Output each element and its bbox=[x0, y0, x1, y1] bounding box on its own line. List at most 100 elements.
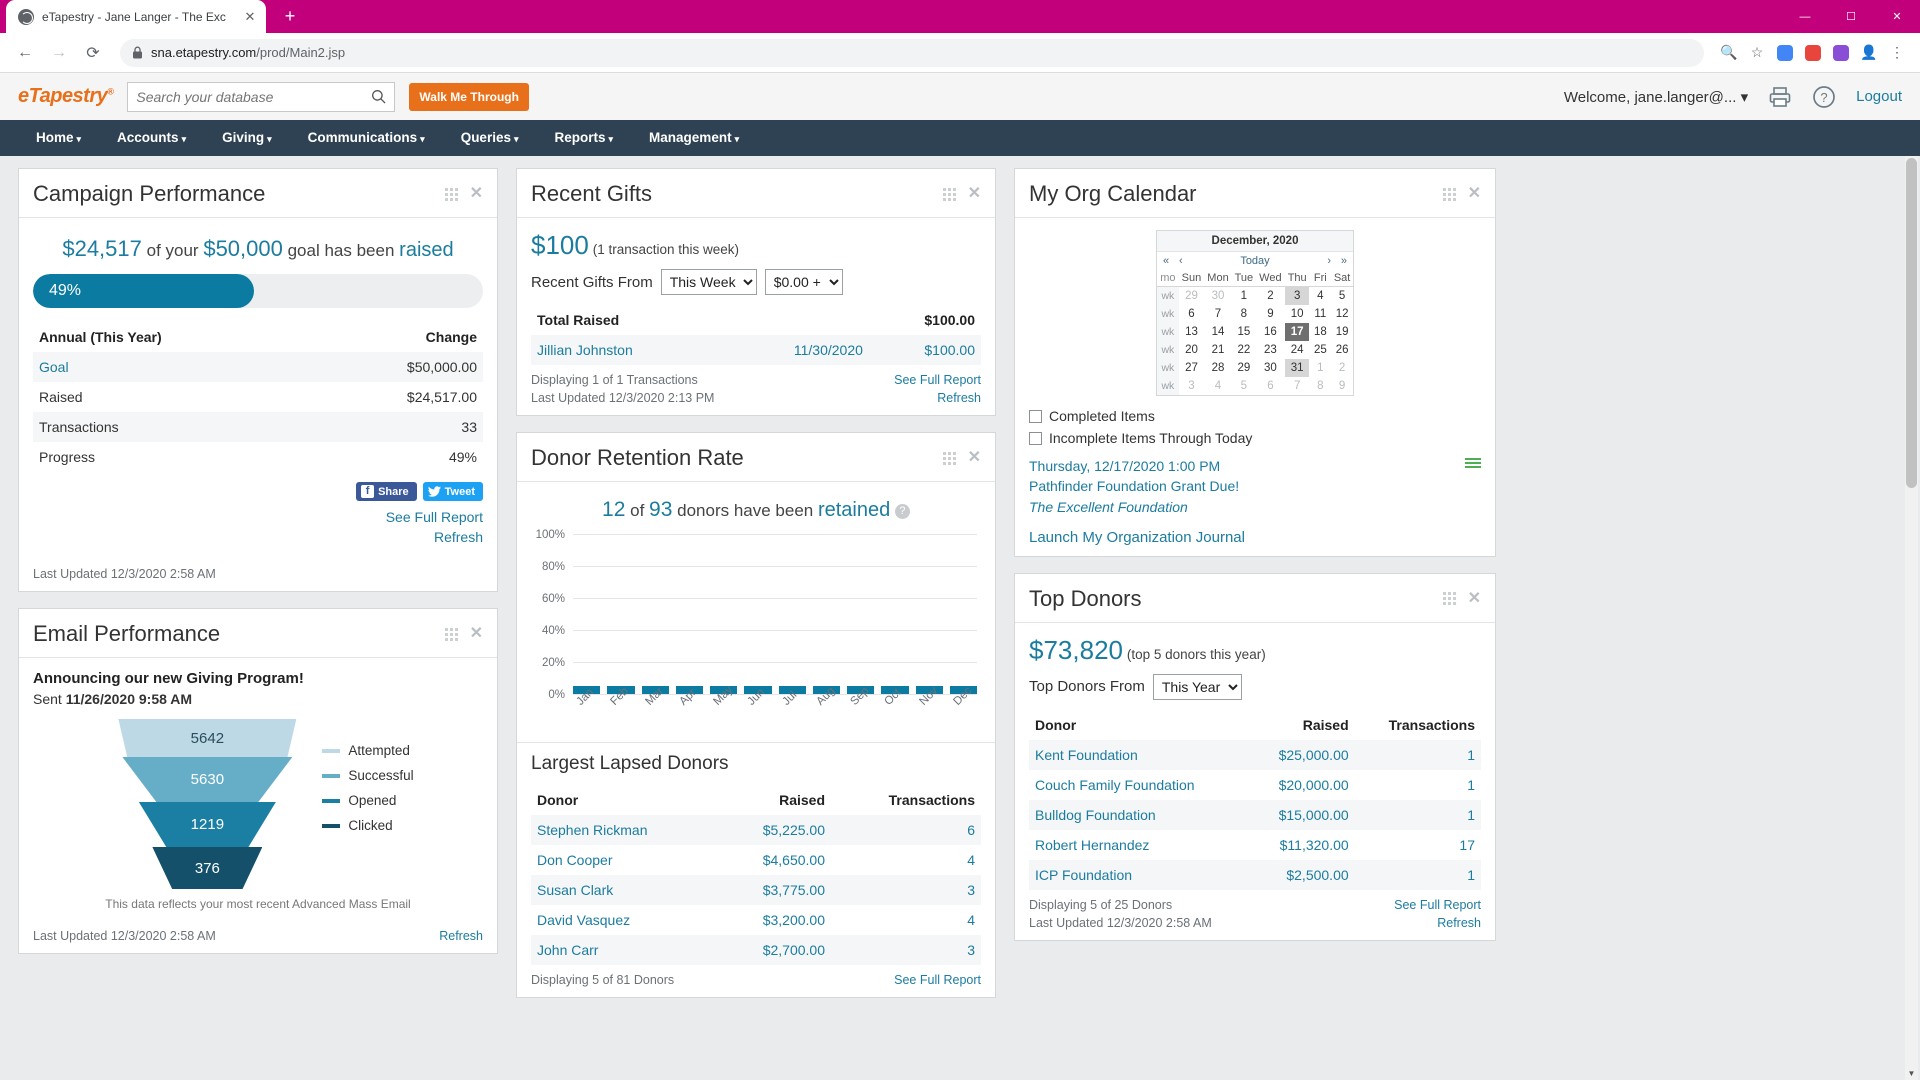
refresh-link[interactable]: Refresh bbox=[439, 929, 483, 943]
search-icon[interactable] bbox=[371, 89, 386, 104]
nav-item-home[interactable]: Home▾ bbox=[18, 120, 99, 156]
close-tab-icon[interactable]: ✕ bbox=[242, 9, 258, 25]
top-donors-period-select[interactable]: This Year bbox=[1153, 674, 1242, 700]
calendar-day[interactable]: 13 bbox=[1179, 323, 1204, 341]
nav-item-communications[interactable]: Communications▾ bbox=[290, 120, 443, 156]
calendar-day[interactable]: 23 bbox=[1256, 341, 1285, 359]
printer-icon[interactable] bbox=[1768, 86, 1792, 108]
calendar-day[interactable]: 30 bbox=[1256, 359, 1285, 377]
donor-name[interactable]: David Vasquez bbox=[531, 905, 718, 935]
see-full-report-link[interactable]: See Full Report bbox=[894, 973, 981, 987]
donor-transactions[interactable]: 3 bbox=[831, 875, 981, 905]
calendar-day[interactable]: 11 bbox=[1309, 305, 1331, 323]
calendar-today-link[interactable]: Today bbox=[1240, 255, 1269, 267]
browser-tab[interactable]: eTapestry - Jane Langer - The Exc ✕ bbox=[6, 0, 266, 33]
event-datetime[interactable]: Thursday, 12/17/2020 1:00 PM bbox=[1029, 456, 1481, 476]
week-link[interactable]: wk bbox=[1157, 341, 1179, 359]
zoom-icon[interactable]: 🔍 bbox=[1716, 40, 1742, 66]
bookmark-star-icon[interactable]: ☆ bbox=[1744, 40, 1770, 66]
see-full-report-link[interactable]: See Full Report bbox=[1394, 898, 1481, 912]
calendar-day[interactable]: 27 bbox=[1179, 359, 1204, 377]
donor-name[interactable]: Bulldog Foundation bbox=[1029, 800, 1249, 830]
calendar-prev-icon[interactable]: ‹ bbox=[1179, 255, 1183, 267]
donor-raised[interactable]: $25,000.00 bbox=[1249, 740, 1354, 770]
minimize-icon[interactable]: — bbox=[1782, 0, 1828, 33]
calendar-day[interactable]: 6 bbox=[1256, 377, 1285, 395]
donor-name[interactable]: Stephen Rickman bbox=[531, 815, 718, 845]
calendar-day[interactable]: 9 bbox=[1256, 305, 1285, 323]
calendar-day[interactable]: 10 bbox=[1285, 305, 1310, 323]
see-full-report-link[interactable]: See Full Report bbox=[33, 509, 483, 525]
donor-name[interactable]: John Carr bbox=[531, 935, 718, 965]
calendar-day[interactable]: 12 bbox=[1331, 305, 1353, 323]
page-scrollbar[interactable]: ▲ ▼ bbox=[1905, 156, 1918, 1080]
extension-icon-3[interactable] bbox=[1828, 40, 1854, 66]
see-full-report-link[interactable]: See Full Report bbox=[894, 373, 981, 387]
calendar-day[interactable]: 28 bbox=[1204, 359, 1232, 377]
launch-journal-link[interactable]: Launch My Organization Journal bbox=[1029, 529, 1481, 546]
calendar-day[interactable]: 16 bbox=[1256, 323, 1285, 341]
calendar-day[interactable]: 4 bbox=[1309, 287, 1331, 306]
week-link[interactable]: wk bbox=[1157, 323, 1179, 341]
calendar-next-icon[interactable]: › bbox=[1327, 255, 1331, 267]
donor-transactions[interactable]: 4 bbox=[831, 905, 981, 935]
calendar-day[interactable]: 14 bbox=[1204, 323, 1232, 341]
calendar-day[interactable]: 5 bbox=[1232, 377, 1256, 395]
calendar-day[interactable]: 1 bbox=[1309, 359, 1331, 377]
donor-transactions[interactable]: 17 bbox=[1355, 830, 1481, 860]
calendar-day[interactable]: 21 bbox=[1204, 341, 1232, 359]
calendar-day[interactable]: 1 bbox=[1232, 287, 1256, 306]
donor-transactions[interactable]: 1 bbox=[1355, 740, 1481, 770]
search-box[interactable] bbox=[127, 82, 395, 112]
extension-icon-1[interactable] bbox=[1772, 40, 1798, 66]
donor-name[interactable]: Couch Family Foundation bbox=[1029, 770, 1249, 800]
donor-raised[interactable]: $4,650.00 bbox=[718, 845, 831, 875]
donor-transactions[interactable]: 1 bbox=[1355, 860, 1481, 890]
donor-name[interactable]: Kent Foundation bbox=[1029, 740, 1249, 770]
calendar-day[interactable]: 26 bbox=[1331, 341, 1353, 359]
refresh-link[interactable]: Refresh bbox=[33, 529, 483, 545]
incomplete-items-row[interactable]: Incomplete Items Through Today bbox=[1029, 430, 1481, 446]
maximize-icon[interactable]: ☐ bbox=[1828, 0, 1874, 33]
back-icon[interactable]: ← bbox=[10, 38, 40, 68]
drag-handle-icon[interactable] bbox=[1443, 592, 1456, 605]
change-link[interactable]: Change bbox=[313, 322, 483, 352]
donor-raised[interactable]: $5,225.00 bbox=[718, 815, 831, 845]
calendar-day[interactable]: 2 bbox=[1256, 287, 1285, 306]
search-input[interactable] bbox=[136, 89, 371, 105]
week-link[interactable]: wk bbox=[1157, 359, 1179, 377]
calendar-day[interactable]: 2 bbox=[1331, 359, 1353, 377]
gift-donor-name[interactable]: Jillian Johnston bbox=[531, 335, 724, 365]
calendar-day[interactable]: 4 bbox=[1204, 377, 1232, 395]
donor-name[interactable]: Don Cooper bbox=[531, 845, 718, 875]
gift-date[interactable]: 11/30/2020 bbox=[724, 335, 869, 365]
donor-raised[interactable]: $20,000.00 bbox=[1249, 770, 1354, 800]
help-icon[interactable]: ? bbox=[1812, 85, 1836, 109]
scroll-down-arrow[interactable]: ▼ bbox=[1905, 1067, 1918, 1080]
calendar-day[interactable]: 25 bbox=[1309, 341, 1331, 359]
scrollbar-thumb[interactable] bbox=[1906, 158, 1917, 488]
donor-raised[interactable]: $2,700.00 bbox=[718, 935, 831, 965]
calendar-day-today[interactable]: 17 bbox=[1285, 323, 1310, 341]
calendar-day[interactable]: 9 bbox=[1331, 377, 1353, 395]
calendar-day[interactable]: 5 bbox=[1331, 287, 1353, 306]
calendar-day[interactable]: 3 bbox=[1179, 377, 1204, 395]
calendar-day[interactable]: 8 bbox=[1232, 305, 1256, 323]
logout-link[interactable]: Logout bbox=[1856, 88, 1902, 105]
help-icon[interactable]: ? bbox=[895, 504, 910, 519]
walk-me-through-button[interactable]: Walk Me Through bbox=[409, 83, 529, 111]
close-panel-icon[interactable]: ✕ bbox=[1468, 186, 1481, 202]
drag-handle-icon[interactable] bbox=[943, 452, 956, 465]
donor-transactions[interactable]: 1 bbox=[1355, 770, 1481, 800]
campaign-row-label[interactable]: Goal bbox=[33, 352, 313, 382]
calendar-day[interactable]: 24 bbox=[1285, 341, 1310, 359]
close-panel-icon[interactable]: ✕ bbox=[470, 186, 483, 202]
calendar-day[interactable]: 19 bbox=[1331, 323, 1353, 341]
close-window-icon[interactable]: ✕ bbox=[1874, 0, 1920, 33]
incomplete-items-checkbox[interactable] bbox=[1029, 432, 1042, 445]
address-bar[interactable]: sna.etapestry.com/prod/Main2.jsp bbox=[120, 39, 1704, 67]
close-panel-icon[interactable]: ✕ bbox=[470, 626, 483, 642]
reload-icon[interactable]: ⟳ bbox=[78, 38, 108, 68]
drag-handle-icon[interactable] bbox=[445, 628, 458, 641]
extension-icon-2[interactable] bbox=[1800, 40, 1826, 66]
